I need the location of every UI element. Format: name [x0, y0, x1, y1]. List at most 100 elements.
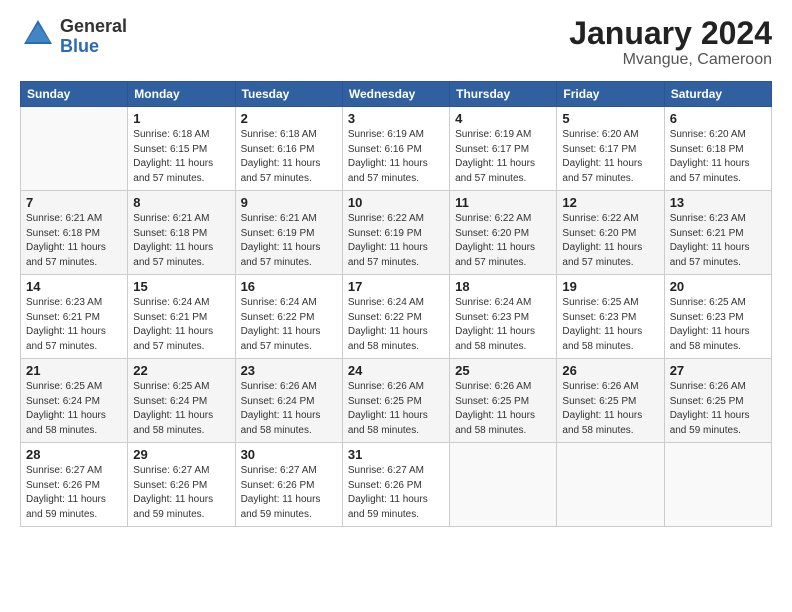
calendar-cell: 8 Sunrise: 6:21 AMSunset: 6:18 PMDaylight… [128, 191, 235, 275]
calendar-cell [557, 443, 664, 527]
day-number: 31 [348, 447, 444, 462]
calendar-week-row: 7 Sunrise: 6:21 AMSunset: 6:18 PMDaylight… [21, 191, 772, 275]
day-info: Sunrise: 6:26 AMSunset: 6:25 PMDaylight:… [562, 380, 658, 438]
day-info: Sunrise: 6:21 AMSunset: 6:18 PMDaylight:… [133, 212, 229, 270]
day-number: 2 [241, 111, 337, 126]
calendar-week-row: 14 Sunrise: 6:23 AMSunset: 6:21 PMDayligh… [21, 275, 772, 359]
logo-general: General [60, 17, 127, 37]
calendar-cell [664, 443, 771, 527]
day-info: Sunrise: 6:22 AMSunset: 6:19 PMDaylight:… [348, 212, 444, 270]
calendar-cell: 26 Sunrise: 6:26 AMSunset: 6:25 PMDayligh… [557, 359, 664, 443]
day-number: 10 [348, 195, 444, 210]
day-info: Sunrise: 6:26 AMSunset: 6:25 PMDaylight:… [348, 380, 444, 438]
calendar-cell: 7Sunrise: 6:21 AMSunset: 6:18 PMDaylight… [21, 191, 128, 275]
calendar-cell [21, 107, 128, 191]
day-number: 29 [133, 447, 229, 462]
day-info: Sunrise: 6:18 AMSunset: 6:15 PMDaylight:… [133, 128, 229, 186]
calendar-cell [450, 443, 557, 527]
day-number: 27 [670, 363, 766, 378]
calendar-cell: 24 Sunrise: 6:26 AMSunset: 6:25 PMDayligh… [342, 359, 449, 443]
day-number: 8 [133, 195, 229, 210]
calendar-table: SundayMondayTuesdayWednesdayThursdayFrid… [20, 81, 772, 527]
calendar-cell: 25 Sunrise: 6:26 AMSunset: 6:25 PMDayligh… [450, 359, 557, 443]
calendar-cell: 3Sunrise: 6:19 AMSunset: 6:16 PMDaylight… [342, 107, 449, 191]
day-info: Sunrise: 6:23 AMSunset: 6:21 PMDaylight:… [670, 212, 766, 270]
calendar-cell: 28Sunrise: 6:27 AMSunset: 6:26 PMDayligh… [21, 443, 128, 527]
calendar-week-row: 1 Sunrise: 6:18 AMSunset: 6:15 PMDaylight… [21, 107, 772, 191]
weekday-header-saturday: Saturday [664, 82, 771, 107]
calendar-cell: 14 Sunrise: 6:23 AMSunset: 6:21 PMDayligh… [21, 275, 128, 359]
weekday-header-row: SundayMondayTuesdayWednesdayThursdayFrid… [21, 82, 772, 107]
day-info: Sunrise: 6:19 AMSunset: 6:17 PMDaylight:… [455, 128, 551, 186]
day-number: 5 [562, 111, 658, 126]
calendar-cell: 9Sunrise: 6:21 AMSunset: 6:19 PMDaylight… [235, 191, 342, 275]
day-info: Sunrise: 6:26 AMSunset: 6:25 PMDaylight:… [455, 380, 551, 438]
calendar-cell: 18Sunrise: 6:24 AMSunset: 6:23 PMDayligh… [450, 275, 557, 359]
day-info: Sunrise: 6:27 AMSunset: 6:26 PMDaylight:… [241, 464, 337, 522]
day-info: Sunrise: 6:26 AMSunset: 6:25 PMDaylight:… [670, 380, 766, 438]
day-number: 18 [455, 279, 551, 294]
calendar-cell: 29 Sunrise: 6:27 AMSunset: 6:26 PMDayligh… [128, 443, 235, 527]
day-number: 3 [348, 111, 444, 126]
header: General Blue January 2024 Mvangue, Camer… [20, 16, 772, 69]
day-info: Sunrise: 6:24 AMSunset: 6:22 PMDaylight:… [241, 296, 337, 354]
day-number: 6 [670, 111, 766, 126]
day-number: 25 [455, 363, 551, 378]
day-info: Sunrise: 6:27 AMSunset: 6:26 PMDaylight:… [133, 464, 229, 522]
day-number: 24 [348, 363, 444, 378]
day-info: Sunrise: 6:20 AMSunset: 6:17 PMDaylight:… [562, 128, 658, 186]
calendar-cell: 31 Sunrise: 6:27 AMSunset: 6:26 PMDayligh… [342, 443, 449, 527]
day-info: Sunrise: 6:25 AMSunset: 6:24 PMDaylight:… [26, 380, 122, 438]
day-info: Sunrise: 6:25 AMSunset: 6:24 PMDaylight:… [133, 380, 229, 438]
month-title: January 2024 [569, 16, 772, 51]
day-number: 11 [455, 195, 551, 210]
day-number: 16 [241, 279, 337, 294]
calendar-cell: 6 Sunrise: 6:20 AMSunset: 6:18 PMDaylight… [664, 107, 771, 191]
day-info: Sunrise: 6:23 AMSunset: 6:21 PMDaylight:… [26, 296, 122, 354]
day-number: 23 [241, 363, 337, 378]
day-info: Sunrise: 6:18 AMSunset: 6:16 PMDaylight:… [241, 128, 337, 186]
location-title: Mvangue, Cameroon [569, 51, 772, 69]
calendar-cell: 30 Sunrise: 6:27 AMSunset: 6:26 PMDayligh… [235, 443, 342, 527]
day-info: Sunrise: 6:24 AMSunset: 6:21 PMDaylight:… [133, 296, 229, 354]
day-number: 13 [670, 195, 766, 210]
day-number: 14 [26, 279, 122, 294]
title-block: January 2024 Mvangue, Cameroon [569, 16, 772, 69]
weekday-header-monday: Monday [128, 82, 235, 107]
day-number: 26 [562, 363, 658, 378]
calendar-week-row: 21Sunrise: 6:25 AMSunset: 6:24 PMDayligh… [21, 359, 772, 443]
calendar-cell: 2 Sunrise: 6:18 AMSunset: 6:16 PMDaylight… [235, 107, 342, 191]
day-number: 17 [348, 279, 444, 294]
calendar-cell: 27 Sunrise: 6:26 AMSunset: 6:25 PMDayligh… [664, 359, 771, 443]
day-number: 12 [562, 195, 658, 210]
day-number: 9 [241, 195, 337, 210]
calendar-week-row: 28Sunrise: 6:27 AMSunset: 6:26 PMDayligh… [21, 443, 772, 527]
calendar-cell: 13 Sunrise: 6:23 AMSunset: 6:21 PMDayligh… [664, 191, 771, 275]
page-container: General Blue January 2024 Mvangue, Camer… [0, 0, 792, 537]
day-number: 19 [562, 279, 658, 294]
calendar-cell: 21Sunrise: 6:25 AMSunset: 6:24 PMDayligh… [21, 359, 128, 443]
logo-blue: Blue [60, 37, 127, 57]
calendar-cell: 12 Sunrise: 6:22 AMSunset: 6:20 PMDayligh… [557, 191, 664, 275]
weekday-header-friday: Friday [557, 82, 664, 107]
day-number: 22 [133, 363, 229, 378]
day-info: Sunrise: 6:22 AMSunset: 6:20 PMDaylight:… [562, 212, 658, 270]
day-info: Sunrise: 6:20 AMSunset: 6:18 PMDaylight:… [670, 128, 766, 186]
day-info: Sunrise: 6:25 AMSunset: 6:23 PMDaylight:… [670, 296, 766, 354]
calendar-cell: 5 Sunrise: 6:20 AMSunset: 6:17 PMDaylight… [557, 107, 664, 191]
day-number: 30 [241, 447, 337, 462]
calendar-cell: 1 Sunrise: 6:18 AMSunset: 6:15 PMDaylight… [128, 107, 235, 191]
calendar-cell: 23 Sunrise: 6:26 AMSunset: 6:24 PMDayligh… [235, 359, 342, 443]
weekday-header-thursday: Thursday [450, 82, 557, 107]
calendar-cell: 20Sunrise: 6:25 AMSunset: 6:23 PMDayligh… [664, 275, 771, 359]
day-number: 4 [455, 111, 551, 126]
calendar-cell: 22 Sunrise: 6:25 AMSunset: 6:24 PMDayligh… [128, 359, 235, 443]
weekday-header-wednesday: Wednesday [342, 82, 449, 107]
calendar-cell: 16 Sunrise: 6:24 AMSunset: 6:22 PMDayligh… [235, 275, 342, 359]
day-number: 1 [133, 111, 229, 126]
day-number: 7 [26, 195, 122, 210]
weekday-header-sunday: Sunday [21, 82, 128, 107]
day-info: Sunrise: 6:27 AMSunset: 6:26 PMDaylight:… [348, 464, 444, 522]
weekday-header-tuesday: Tuesday [235, 82, 342, 107]
day-info: Sunrise: 6:26 AMSunset: 6:24 PMDaylight:… [241, 380, 337, 438]
